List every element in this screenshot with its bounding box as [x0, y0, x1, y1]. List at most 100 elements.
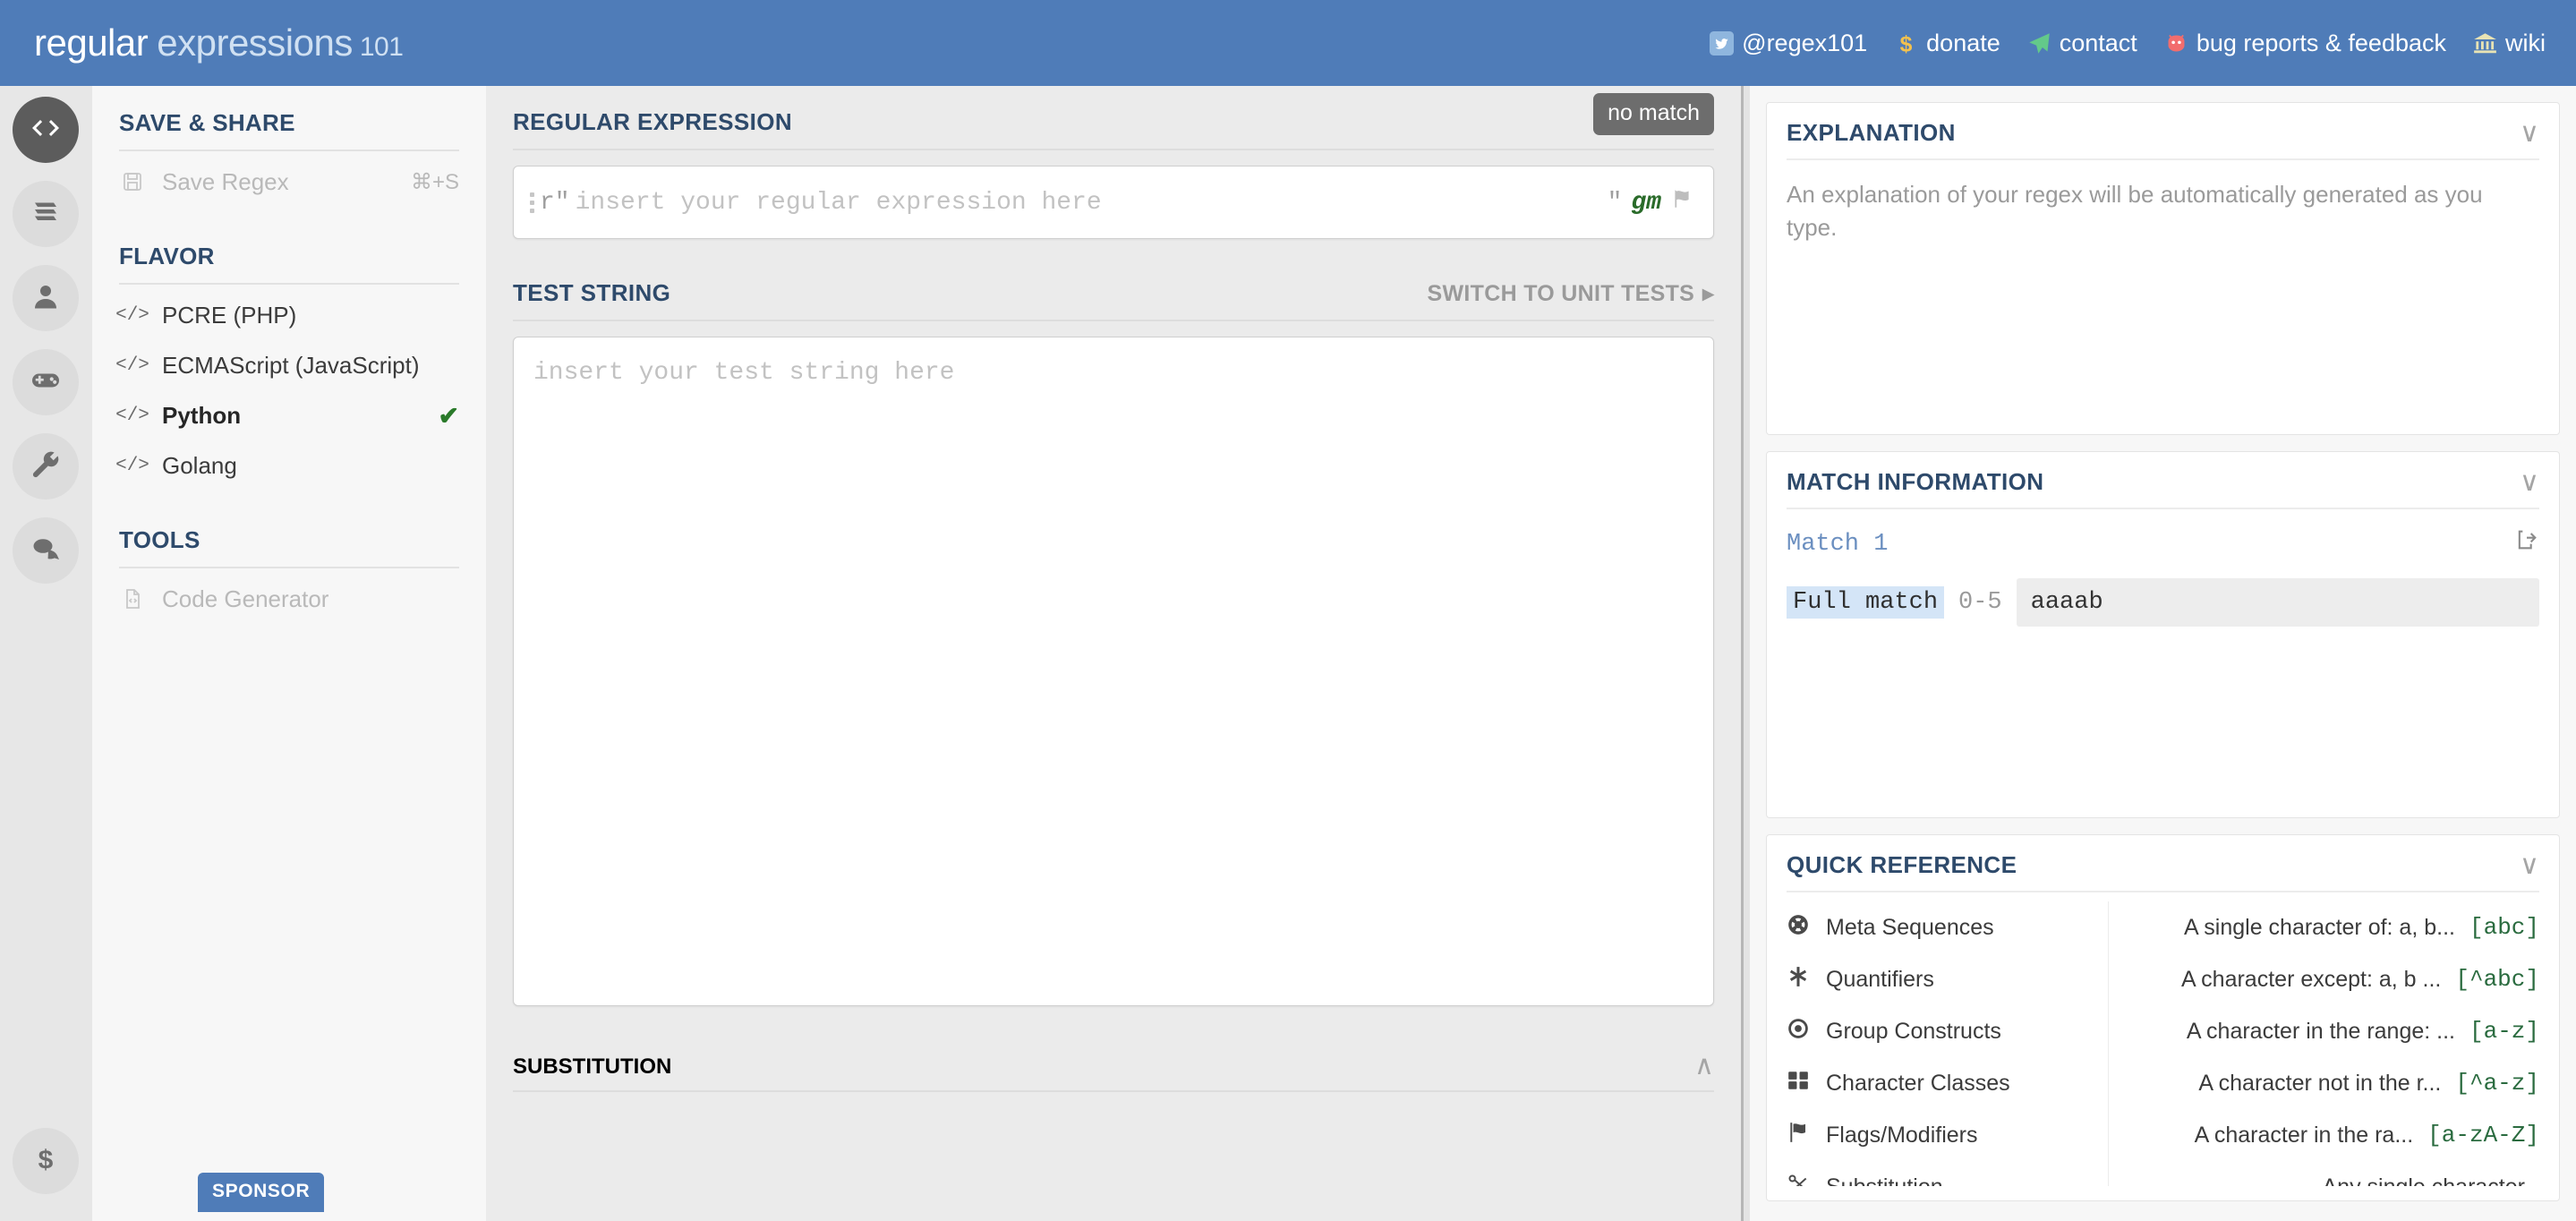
chevron-down-icon[interactable]: ∨ [2520, 119, 2539, 147]
qref-category-label: Meta Sequences [1826, 914, 1994, 940]
match-name: Match 1 [1787, 530, 1889, 558]
qref-category-meta-sequences[interactable]: Meta Sequences [1787, 901, 2099, 953]
regex-placeholder-text: insert your regular expression here [575, 188, 1102, 217]
substitution-panel-title: SUBSTITUTION [513, 1054, 672, 1079]
rail-item-account[interactable] [13, 265, 79, 331]
qref-entry-desc: A character except: a, b ... [2180, 966, 2442, 992]
save-regex-item[interactable]: Save Regex ⌘+S [119, 157, 459, 207]
grid-icon [1787, 1069, 1810, 1098]
test-string-input[interactable]: insert your test string here [513, 337, 1714, 1006]
switch-to-unit-tests-button[interactable]: SWITCH TO UNIT TESTS ▸ [1428, 280, 1714, 307]
qref-category-substitution[interactable]: Substitution [1787, 1161, 2099, 1186]
save-share-heading: SAVE & SHARE [119, 109, 459, 151]
chevron-right-icon: ▸ [1702, 281, 1714, 306]
qref-entry[interactable]: A character except: a, b ... [^abc] [2134, 953, 2539, 1005]
nav-contact[interactable]: contact [2027, 30, 2137, 57]
paper-plane-icon [2027, 31, 2051, 56]
explanation-header: EXPLANATION ∨ [1787, 119, 2539, 160]
save-regex-shortcut: ⌘+S [410, 169, 459, 194]
rail-item-regex-quiz[interactable] [13, 349, 79, 415]
qref-category-group-constructs[interactable]: Group Constructs [1787, 1005, 2099, 1057]
regex-close-quote: " [1607, 188, 1623, 217]
code-icon: </> [115, 455, 149, 476]
brand-101: 101 [359, 32, 404, 62]
sponsor-badge[interactable]: SPONSOR [198, 1173, 325, 1212]
wrench-icon [30, 448, 62, 485]
match-entry-header[interactable]: Match 1 [1787, 527, 2539, 560]
regex-input[interactable]: r" insert your regular expression here "… [513, 166, 1714, 239]
tools-heading: TOOLS [119, 526, 459, 568]
qref-entry[interactable]: A character not in the r... [^a-z] [2134, 1057, 2539, 1109]
qref-entry-desc: A character not in the r... [2198, 1070, 2442, 1096]
nav-wiki-label: wiki [2505, 29, 2546, 56]
substitution-panel-header[interactable]: SUBSTITUTION ∧ [513, 1029, 1714, 1092]
nav-donate[interactable]: $ donate [1894, 30, 2000, 57]
explanation-title: EXPLANATION [1787, 119, 1956, 146]
no-match-badge: no match [1593, 93, 1714, 135]
rail-item-community[interactable] [13, 517, 79, 584]
qref-category-label: Character Classes [1826, 1070, 2010, 1096]
asterisk-icon [1787, 965, 1810, 995]
qref-entry-code: [abc] [2469, 914, 2539, 941]
qref-category-quantifiers[interactable]: Quantifiers [1787, 953, 2099, 1005]
qref-entry-code: [a-zA-Z] [2427, 1122, 2539, 1148]
qref-category-label: Group Constructs [1826, 1018, 2001, 1044]
qref-entry[interactable]: A character in the ra... [a-zA-Z] [2134, 1109, 2539, 1161]
left-side-panel: SAVE & SHARE Save Regex ⌘+S FLAVOR </> P… [92, 86, 486, 1221]
gamepad-icon [30, 364, 62, 401]
qref-category-flags-modifiers[interactable]: Flags/Modifiers [1787, 1109, 2099, 1161]
account-icon [30, 280, 62, 317]
brand-logo[interactable]: regular expressions 101 [34, 21, 404, 64]
test-string-placeholder-text: insert your test string here [533, 359, 955, 387]
qref-entry[interactable]: Any single character [2134, 1161, 2539, 1187]
nav-wiki[interactable]: wiki [2473, 30, 2546, 57]
match-information-title: MATCH INFORMATION [1787, 468, 2044, 495]
library-icon [30, 196, 62, 233]
nav-twitter[interactable]: @regex101 [1710, 30, 1867, 57]
qref-category-character-classes[interactable]: Character Classes [1787, 1057, 2099, 1109]
code-generator-label: Code Generator [162, 585, 329, 612]
share-export-icon[interactable] [2514, 527, 2539, 560]
flavor-label-pcre: PCRE (PHP) [162, 301, 297, 329]
qref-entry-code: [^abc] [2455, 966, 2539, 993]
rail-item-regex-editor[interactable] [13, 97, 79, 163]
dollar-icon: $ [1894, 31, 1918, 56]
regex-flags[interactable]: gm [1631, 189, 1661, 217]
bank-icon [2473, 31, 2497, 56]
panel-resize-divider[interactable] [1741, 86, 1750, 1221]
dot-circle-icon [1787, 1017, 1810, 1046]
qref-entry[interactable]: A character in the range: ... [a-z] [2134, 1005, 2539, 1057]
code-generator-item[interactable]: Code Generator [119, 574, 459, 624]
nav-bug-reports[interactable]: bug reports & feedback [2164, 30, 2446, 57]
flavor-item-python[interactable]: </> Python ✔ [115, 390, 459, 440]
rail-item-donate[interactable]: $ [13, 1128, 79, 1194]
brand-regular: regular [34, 21, 149, 64]
file-code-icon [119, 588, 146, 610]
flavor-item-golang[interactable]: </> Golang [115, 440, 459, 491]
rail-item-tools[interactable] [13, 433, 79, 500]
svg-text:$: $ [38, 1145, 54, 1174]
qref-category-label: Flags/Modifiers [1826, 1122, 1978, 1148]
drag-handle-icon[interactable] [530, 192, 534, 213]
chat-icon [30, 533, 62, 569]
chevron-down-icon[interactable]: ∨ [2520, 468, 2539, 496]
top-header: regular expressions 101 @regex101 $ donate… [0, 0, 2576, 86]
flavor-item-ecmascript[interactable]: </> ECMAScript (JavaScript) [115, 340, 459, 390]
test-string-panel-title: TEST STRING [513, 279, 671, 306]
flag-icon [1787, 1121, 1810, 1150]
rail-item-library[interactable] [13, 181, 79, 247]
chevron-down-icon[interactable]: ∨ [2520, 851, 2539, 879]
flavor-item-pcre[interactable]: </> PCRE (PHP) [115, 290, 459, 340]
code-icon: </> [115, 405, 149, 426]
flag-icon[interactable] [1670, 187, 1693, 218]
right-info-column: EXPLANATION ∨ An explanation of your reg… [1750, 86, 2576, 1221]
regex-panel-title: REGULAR EXPRESSION [513, 108, 793, 135]
match-row: Full match 0-5 aaaab [1787, 578, 2539, 627]
main-editor-column: REGULAR EXPRESSION no match r" insert yo… [486, 86, 1741, 1221]
chevron-up-icon[interactable]: ∧ [1694, 1053, 1714, 1080]
qref-entry[interactable]: A single character of: a, b... [abc] [2134, 901, 2539, 953]
floppy-disk-icon [119, 171, 146, 192]
test-string-panel-header: TEST STRING SWITCH TO UNIT TESTS ▸ [513, 257, 1714, 321]
svg-text:$: $ [1900, 32, 1913, 56]
top-navigation: @regex101 $ donate contact bug reports &… [1710, 30, 2546, 57]
